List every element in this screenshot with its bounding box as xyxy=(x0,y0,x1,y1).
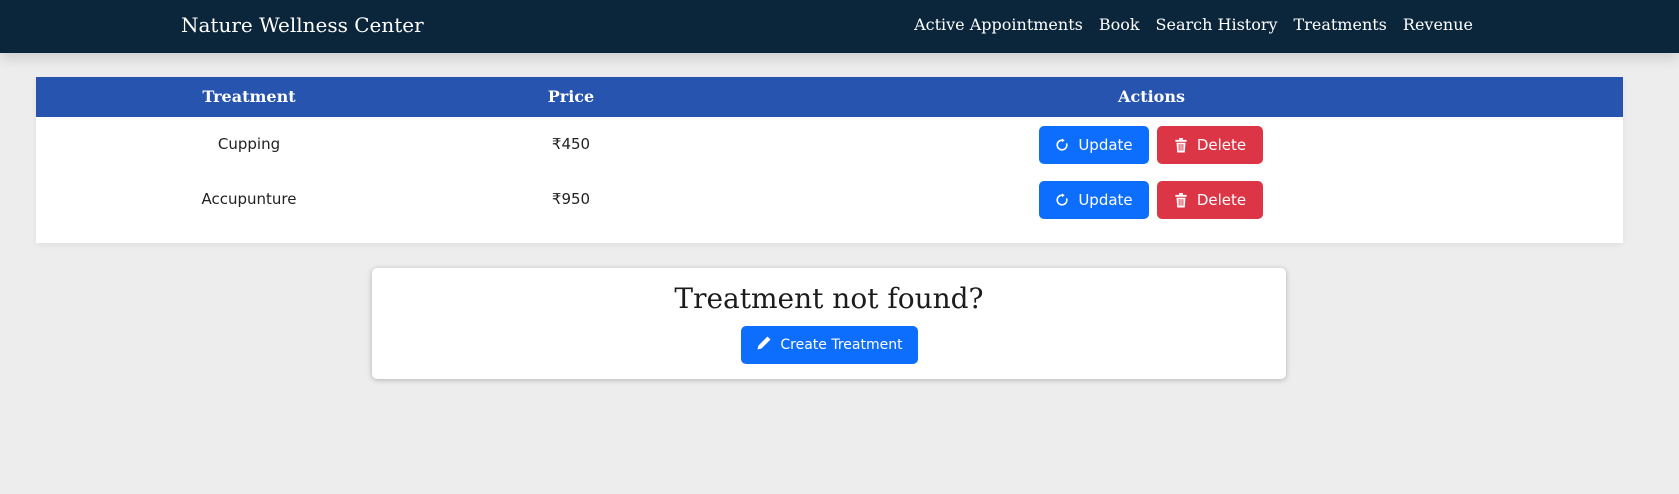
refresh-icon xyxy=(1055,138,1069,152)
delete-button-label: Delete xyxy=(1196,191,1247,209)
column-header-price: Price xyxy=(547,87,595,106)
create-treatment-label: Create Treatment xyxy=(780,337,903,353)
treatment-name-cell: Cupping xyxy=(217,135,281,153)
nav-item-active-appointments[interactable]: Active Appointments xyxy=(914,14,1083,36)
update-button-label: Update xyxy=(1078,136,1133,154)
cta-title: Treatment not found? xyxy=(674,282,984,315)
create-treatment-button[interactable]: Create Treatment xyxy=(741,326,918,364)
update-button[interactable]: Update xyxy=(1039,126,1149,164)
delete-button-label: Delete xyxy=(1196,136,1247,154)
refresh-icon xyxy=(1055,193,1069,207)
top-navbar: Nature Wellness Center Active Appointmen… xyxy=(0,0,1679,53)
create-treatment-card: Treatment not found? Create Treatment xyxy=(372,268,1286,379)
column-header-treatment: Treatment xyxy=(202,87,296,106)
treatment-name-cell: Accupunture xyxy=(201,190,297,208)
treatments-table: Treatment Price Actions Cupping ₹450 Upd… xyxy=(36,77,1623,243)
nav-item-revenue[interactable]: Revenue xyxy=(1403,14,1473,36)
delete-button[interactable]: Delete xyxy=(1157,126,1263,164)
delete-button[interactable]: Delete xyxy=(1157,181,1263,219)
trash-icon xyxy=(1174,192,1188,208)
trash-icon xyxy=(1174,137,1188,153)
column-header-actions: Actions xyxy=(1118,87,1185,106)
table-row: Accupunture ₹950 Update Delete xyxy=(36,172,1623,226)
update-button-label: Update xyxy=(1078,191,1133,209)
price-cell: ₹450 xyxy=(551,135,591,153)
table-row: Cupping ₹450 Update Delete xyxy=(36,117,1623,171)
price-cell: ₹950 xyxy=(551,190,591,208)
nav-item-search-history[interactable]: Search History xyxy=(1156,14,1278,36)
nav-links: Active Appointments Book Search History … xyxy=(914,14,1473,36)
brand-title[interactable]: Nature Wellness Center xyxy=(181,12,424,38)
nav-item-book[interactable]: Book xyxy=(1099,14,1140,36)
pencil-icon xyxy=(756,335,772,355)
table-header: Treatment Price Actions xyxy=(36,77,1623,117)
update-button[interactable]: Update xyxy=(1039,181,1149,219)
nav-item-treatments[interactable]: Treatments xyxy=(1294,14,1387,36)
